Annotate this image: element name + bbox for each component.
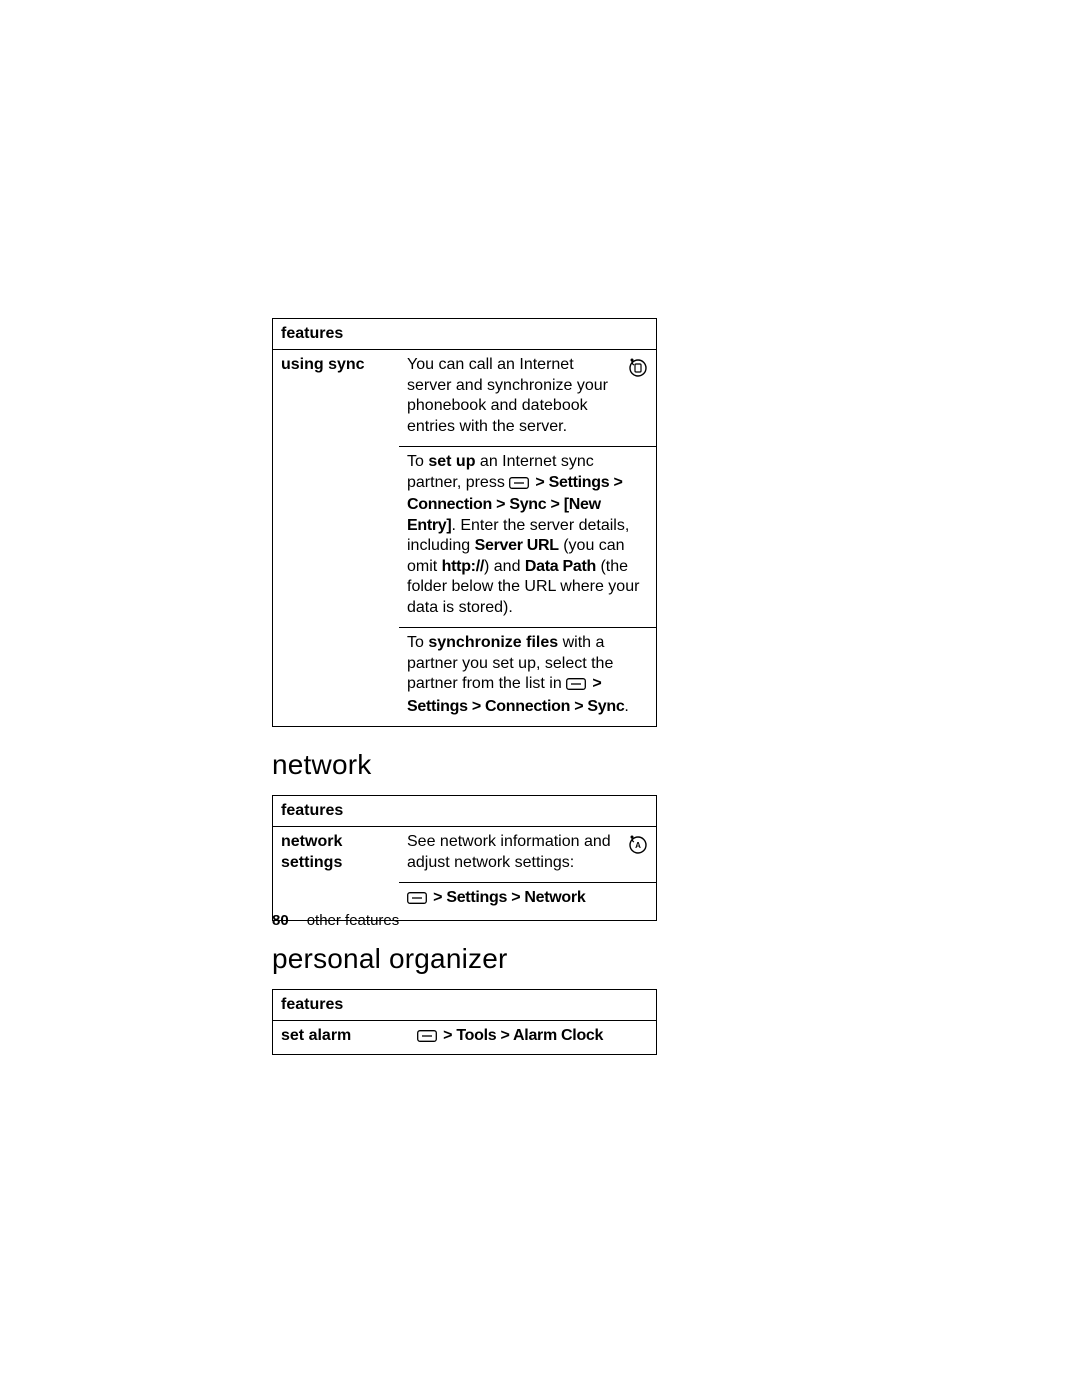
menu-key-icon xyxy=(509,475,529,495)
feature-name-using-sync: using sync xyxy=(273,350,400,727)
svg-text:A: A xyxy=(635,841,641,850)
heading-personal-organizer: personal organizer xyxy=(272,943,875,975)
page-number: 80 xyxy=(272,912,289,929)
feature-name-network-settings: networksettings xyxy=(273,827,400,920)
alarm-path-text: > Tools > Alarm Clock xyxy=(439,1027,603,1044)
menu-key-icon xyxy=(566,676,586,696)
feature-path-cell: > Settings > Network xyxy=(399,883,657,920)
organizer-feature-table: features set alarm > Tools > Alarm Clock xyxy=(272,989,657,1055)
feature-path-cell: > Tools > Alarm Clock xyxy=(409,1021,657,1054)
sync-setup-text: To set up an Internet sync partner, pres… xyxy=(407,452,648,618)
network-feature-table: features networksettings A See netw xyxy=(272,795,657,921)
feature-desc-cell: A See network information and adjust net… xyxy=(399,827,657,883)
sync-files-text: To synchronize files with a partner you … xyxy=(407,633,648,717)
heading-network: network xyxy=(272,749,875,781)
network-desc-text: See network information and adjust netwo… xyxy=(407,832,616,873)
menu-key-icon xyxy=(417,1028,437,1048)
table-header-features: features xyxy=(273,795,657,826)
sim-icon: A xyxy=(626,832,648,860)
feature-desc-cell: To synchronize files with a partner you … xyxy=(399,628,657,727)
feature-name-set-alarm: set alarm xyxy=(273,1021,410,1054)
sim-icon xyxy=(626,355,648,383)
page: features using sync You can call an Inte… xyxy=(0,0,1080,1397)
menu-key-icon xyxy=(407,890,427,910)
footer-section-label: other features xyxy=(307,912,400,929)
table-header-features: features xyxy=(273,319,657,350)
table-header-features: features xyxy=(273,989,657,1020)
network-path-text: > Settings > Network xyxy=(407,888,648,910)
feature-desc-cell: You can call an Internet server and sync… xyxy=(399,350,657,447)
page-footer: 80 other features xyxy=(272,912,399,929)
sync-feature-table: features using sync You can call an Inte… xyxy=(272,318,657,727)
feature-desc-cell: To set up an Internet sync partner, pres… xyxy=(399,447,657,628)
sync-intro-text: You can call an Internet server and sync… xyxy=(407,355,616,437)
